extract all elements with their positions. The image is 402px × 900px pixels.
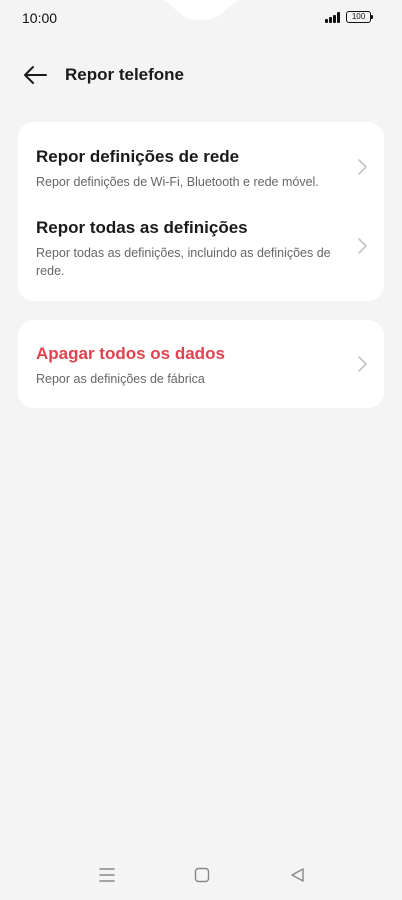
arrow-left-icon[interactable] [22,64,48,86]
item-subtitle: Repor as definições de fábrica [36,372,205,386]
signal-icon [325,12,343,23]
status-bar: 10:00 100 [0,0,402,38]
reset-network-settings-item[interactable]: Repor definições de rede Repor definiçõe… [18,122,384,204]
erase-all-data-item[interactable]: Apagar todos os dados Repor as definiçõe… [18,320,384,408]
settings-card-reset: Repor definições de rede Repor definiçõe… [18,122,384,301]
app-header: Repor telefone [0,56,402,96]
battery-icon: 100 [346,11,373,23]
settings-card-erase: Apagar todos os dados Repor as definiçõe… [18,320,384,408]
status-time: 10:00 [22,10,58,26]
item-title: Apagar todos os dados [36,344,225,363]
page-title: Repor telefone [65,65,185,84]
item-title: Repor definições de rede [36,147,240,166]
camera-notch [150,0,252,24]
home-icon[interactable] [192,866,212,884]
chevron-right-icon [358,356,367,372]
chevron-right-icon [358,238,367,254]
reset-all-settings-item[interactable]: Repor todas as definições Repor todas as… [18,204,384,301]
menu-icon[interactable] [97,866,117,884]
item-subtitle: Repor definições de Wi-Fi, Bluetooth e r… [36,175,319,189]
item-subtitle: Repor todas as definições, incluindo as … [36,246,331,278]
item-title: Repor todas as definições [36,218,248,237]
chevron-right-icon [358,159,367,175]
navigation-bar [0,860,402,890]
phone-screen: 10:00 100 Repor telefone Repor definiçõe… [0,0,402,900]
back-triangle-icon[interactable] [288,866,308,884]
